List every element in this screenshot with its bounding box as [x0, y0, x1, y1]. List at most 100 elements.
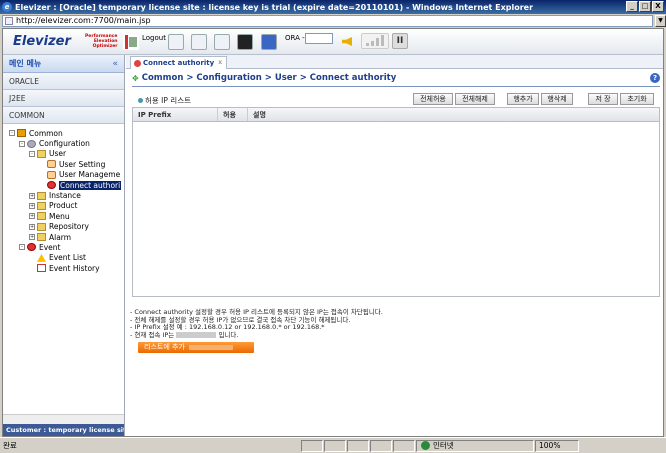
collapse-toggle-icon[interactable]: -: [9, 130, 15, 137]
column-ip-prefix[interactable]: IP Prefix: [133, 108, 218, 121]
folder-open-icon: [37, 149, 46, 158]
expand-toggle-icon[interactable]: +: [29, 202, 35, 209]
zoom-level: 100%: [539, 441, 561, 450]
collapse-toggle-icon[interactable]: -: [19, 140, 25, 147]
tree-label: Alarm: [49, 232, 72, 242]
report-icon[interactable]: [191, 34, 207, 50]
sidebar-category-common[interactable]: COMMON: [3, 107, 124, 124]
window-title-bar: e Elevizer : [Oracle] temporary license …: [0, 0, 666, 14]
tree-node-alarm[interactable]: + Alarm: [9, 232, 124, 242]
minimize-button[interactable]: _: [626, 1, 638, 12]
tree-node-event-history[interactable]: Event History: [9, 263, 124, 273]
tree-node-user-management[interactable]: User Manageme: [9, 170, 124, 180]
expand-toggle-icon[interactable]: +: [29, 223, 35, 230]
pause-button[interactable]: II: [392, 33, 408, 49]
folder-icon: [37, 212, 46, 221]
tree-node-repository[interactable]: + Repository: [9, 222, 124, 232]
logout-icon[interactable]: [123, 34, 139, 50]
reset-button[interactable]: 초기화: [620, 93, 654, 105]
breadcrumb: ✥ Common > Configuration > User > Connec…: [132, 73, 396, 83]
expand-toggle-icon[interactable]: +: [29, 192, 35, 199]
tree-node-user[interactable]: - User: [9, 149, 124, 159]
history-icon: [37, 264, 46, 273]
tab-connect-authority[interactable]: Connect authority x: [130, 56, 228, 69]
tree-node-connect-authority[interactable]: Connect authori: [9, 180, 124, 190]
add-row-button[interactable]: 행추가: [507, 93, 539, 105]
tree-label: User Manageme: [59, 170, 121, 180]
event-icon: [27, 243, 36, 252]
tree-label-selected: Connect authori: [59, 180, 122, 190]
tree-node-configuration[interactable]: - Configuration: [9, 138, 124, 148]
address-url: http://elevizer.com:7700/main.jsp: [16, 16, 151, 25]
zoom-control[interactable]: 100%: [535, 439, 579, 452]
sidebar-horizontal-scrollbar[interactable]: [3, 414, 124, 424]
delete-row-button[interactable]: 행삭제: [541, 93, 573, 105]
tree-node-event[interactable]: - Event: [9, 242, 124, 252]
logo-tagline: Performance Elevation Optimizer: [85, 34, 118, 49]
sidebar-collapse-icon[interactable]: «: [112, 59, 118, 69]
status-text: 완료: [3, 441, 17, 450]
user-setting-icon: [47, 160, 56, 169]
address-input[interactable]: http://elevizer.com:7700/main.jsp: [2, 15, 653, 27]
panel-title: 허용 IP 리스트: [138, 95, 191, 106]
notes: - Connect authority 설정할 경우 허용 IP 리스트에 등록…: [130, 308, 383, 339]
tree-node-product[interactable]: + Product: [9, 201, 124, 211]
tree-node-common[interactable]: - Common: [9, 128, 124, 138]
collapse-toggle-icon[interactable]: -: [29, 150, 35, 157]
window-controls: _ □ X: [626, 1, 664, 12]
tab-close-icon[interactable]: x: [218, 57, 222, 69]
tab-icon: [134, 59, 141, 67]
tree-node-menu[interactable]: + Menu: [9, 211, 124, 221]
collapse-toggle-icon[interactable]: -: [19, 244, 25, 251]
help-toolbar-icon[interactable]: [261, 34, 277, 50]
maximize-button[interactable]: □: [639, 1, 651, 12]
allow-all-button[interactable]: 전체허용: [413, 93, 453, 105]
tree-node-event-list[interactable]: Event List: [9, 253, 124, 263]
customer-footer: Customer : temporary license site: [3, 424, 124, 436]
tree-node-instance[interactable]: + Instance: [9, 190, 124, 200]
sidebar-category-j2ee[interactable]: J2EE: [3, 90, 124, 107]
logout-label[interactable]: Logout: [142, 34, 166, 42]
tree-label: Event List: [49, 253, 86, 263]
signal-bar-3: [376, 38, 379, 46]
warning-icon: [37, 253, 46, 262]
ora-label: ORA -: [285, 34, 305, 42]
speaker-icon[interactable]: [342, 37, 352, 46]
breadcrumb-icon: ✥: [132, 73, 139, 83]
tab-label: Connect authority: [143, 59, 215, 67]
status-cell: [301, 439, 323, 452]
ip-list-grid[interactable]: IP Prefix 허용 설명: [132, 107, 660, 297]
signal-level-icon: [361, 33, 389, 49]
tree-label: Menu: [49, 211, 70, 221]
calendar-icon[interactable]: [214, 34, 230, 50]
window-title: Elevizer : [Oracle] temporary license si…: [15, 2, 534, 12]
status-cell: [370, 439, 392, 452]
expand-toggle-icon[interactable]: +: [29, 234, 35, 241]
expand-toggle-icon[interactable]: +: [29, 213, 35, 220]
zone-label: 인터넷: [433, 441, 454, 450]
add-to-list-button[interactable]: 리스트에 추가: [138, 342, 254, 353]
print-icon[interactable]: [168, 34, 184, 50]
app-frame: Elevizer Performance Elevation Optimizer…: [2, 28, 664, 437]
monitor-icon[interactable]: [237, 34, 253, 50]
tree-node-user-setting[interactable]: User Setting: [9, 159, 124, 169]
ora-instance-input[interactable]: [305, 33, 333, 44]
sidebar-category-oracle[interactable]: ORACLE: [3, 73, 124, 90]
help-icon[interactable]: ?: [650, 73, 660, 83]
address-bar: http://elevizer.com:7700/main.jsp ▼: [0, 14, 666, 28]
security-zone[interactable]: 인터넷: [416, 439, 534, 452]
close-button[interactable]: X: [652, 1, 664, 12]
address-dropdown-button[interactable]: ▼: [655, 15, 666, 27]
status-bar: 완료 인터넷 100%: [0, 437, 666, 453]
tab-strip: Connect authority x: [126, 55, 663, 69]
release-all-button[interactable]: 전체해제: [455, 93, 495, 105]
column-allow[interactable]: 허용: [218, 108, 248, 121]
column-description[interactable]: 설명: [248, 108, 659, 121]
save-button[interactable]: 저 장: [588, 93, 618, 105]
elevizer-logo: Elevizer: [13, 34, 71, 49]
globe-icon: [421, 441, 430, 450]
tree-label: Instance: [49, 191, 81, 201]
breadcrumb-text: Common > Configuration > User > Connect …: [141, 73, 397, 83]
tree-label: User Setting: [59, 159, 106, 169]
tree-label: Common: [29, 128, 63, 138]
